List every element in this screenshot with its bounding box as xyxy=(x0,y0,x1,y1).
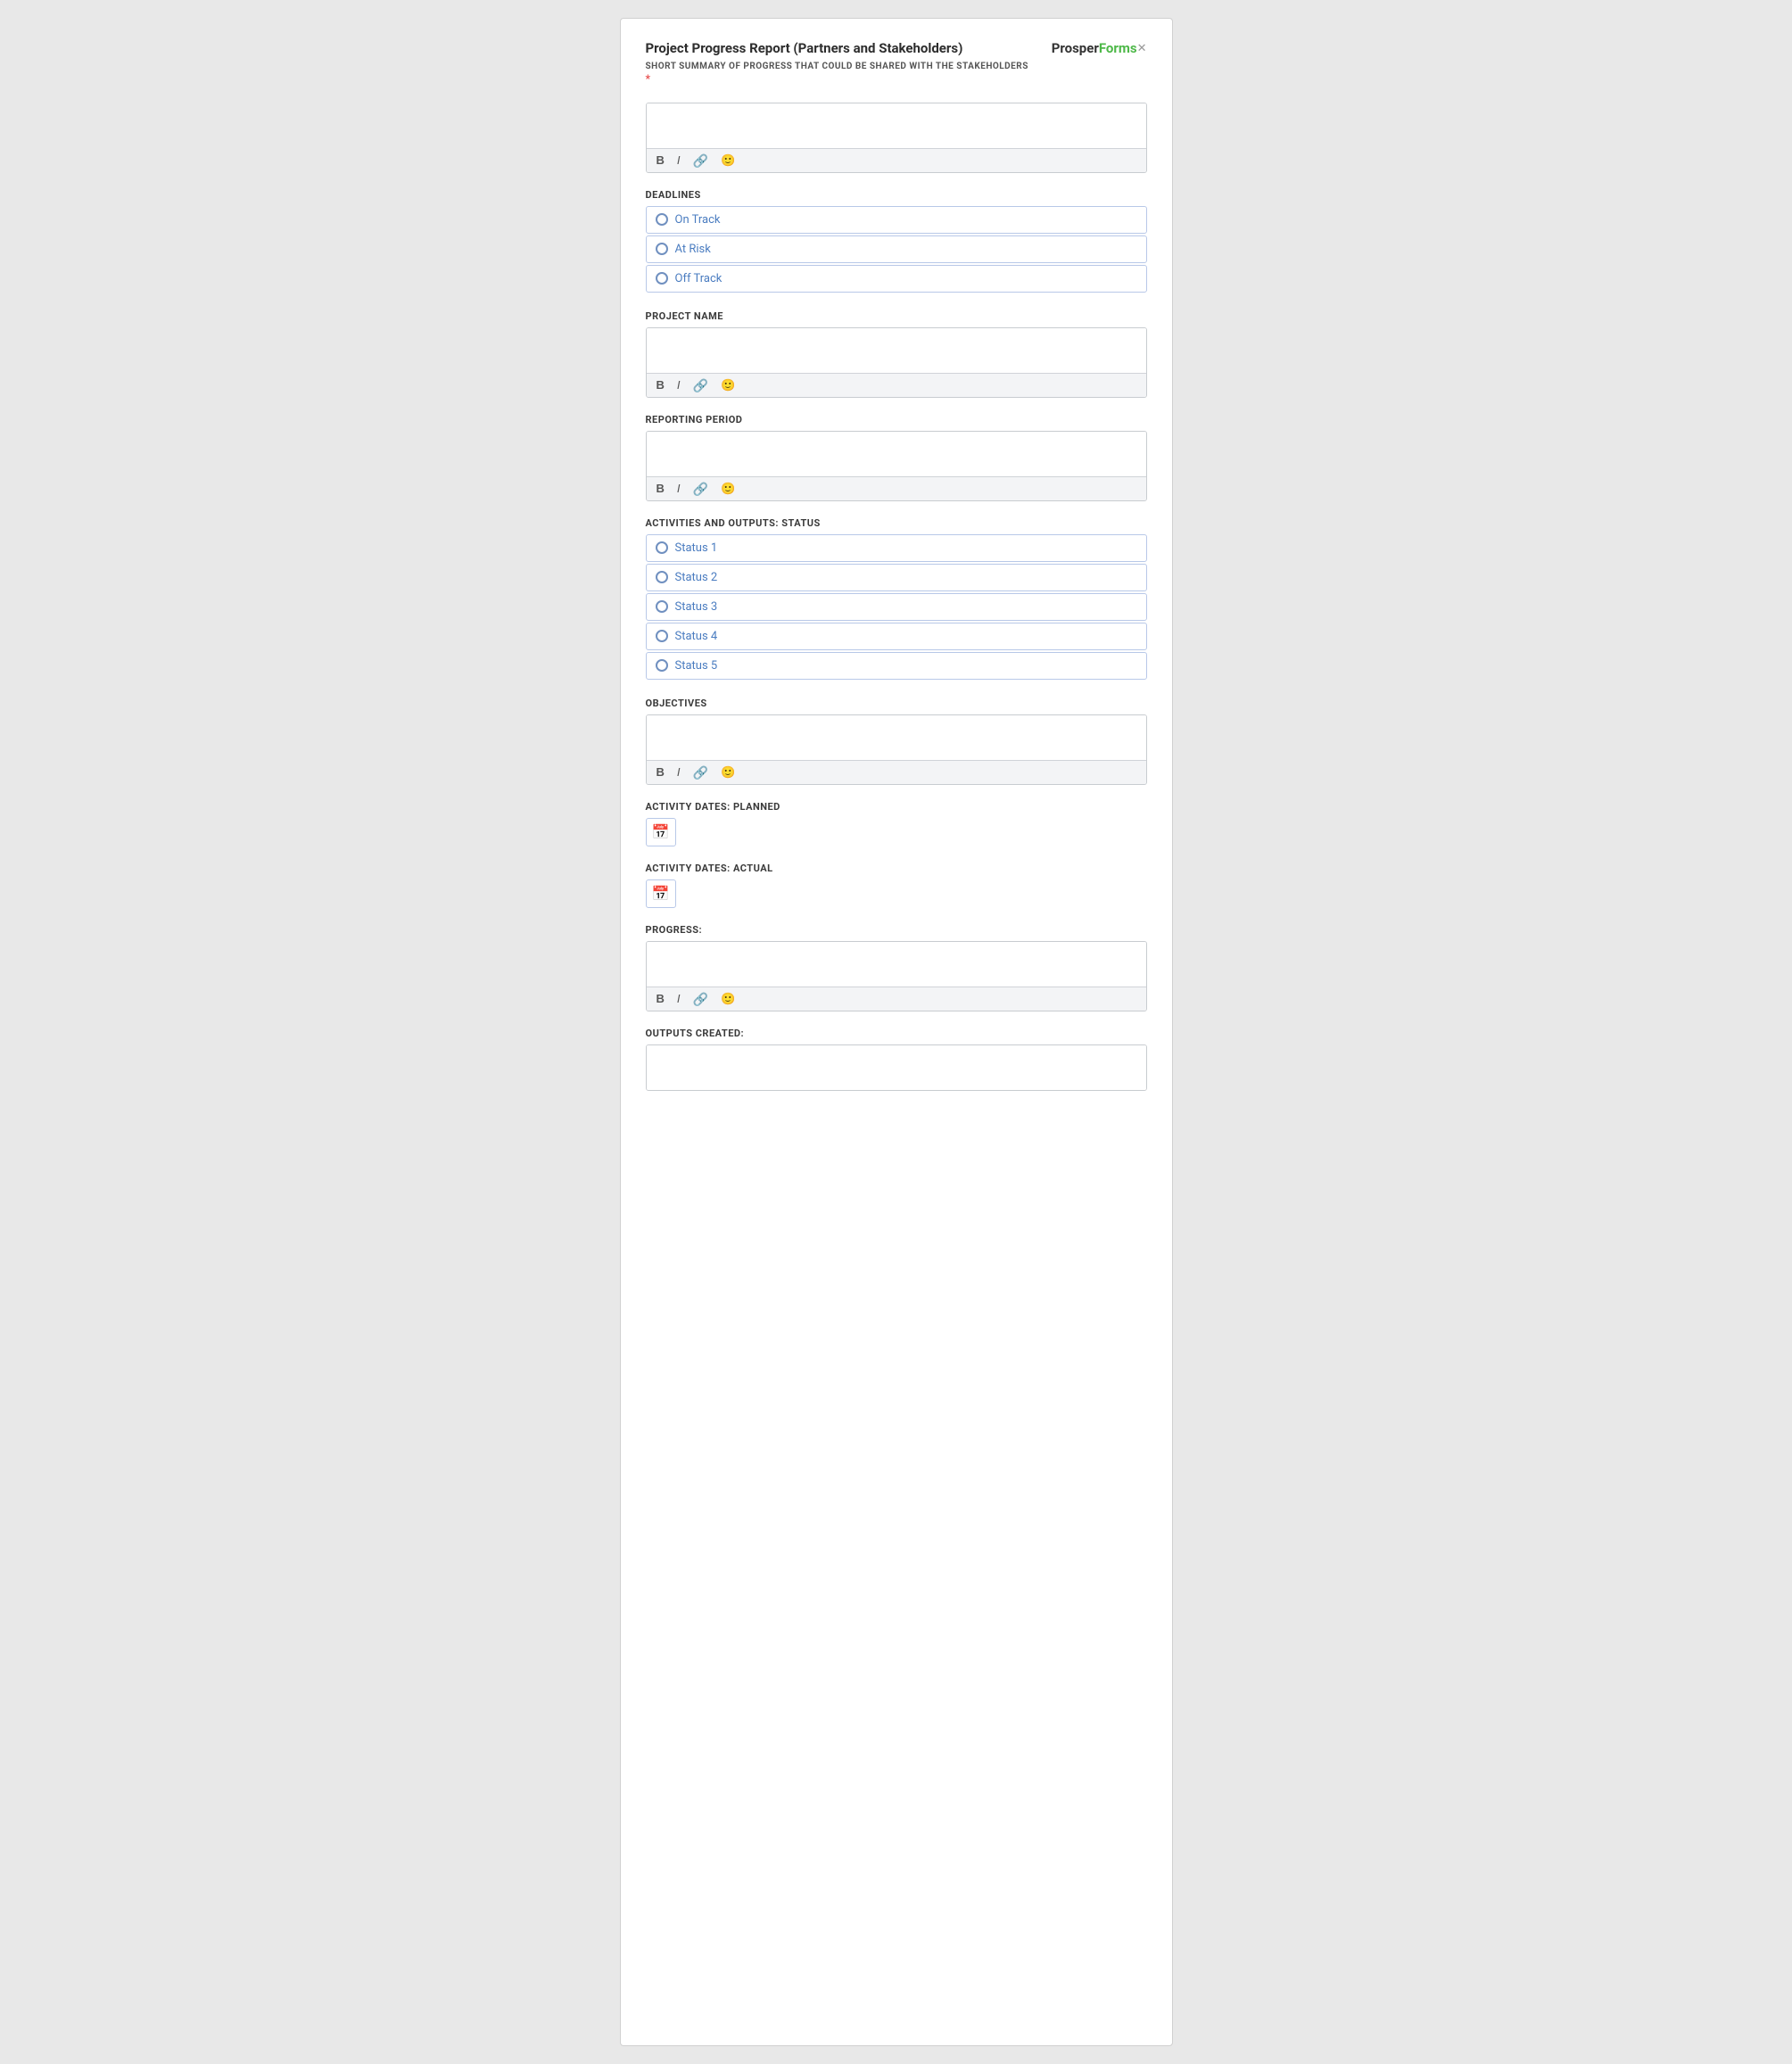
form-title: Project Progress Report (Partners and St… xyxy=(646,40,963,58)
project-name-editor: B I 🔗 🙂 xyxy=(646,327,1147,398)
activity-dates-planned-section: ACTIVITY DATES: PLANNED 📅 xyxy=(646,801,1147,846)
status-2-label: Status 2 xyxy=(675,571,718,584)
progress-textarea[interactable] xyxy=(647,942,1146,987)
objectives-emoji-button[interactable]: 🙂 xyxy=(718,765,738,779)
summary-editor: B I 🔗 🙂 xyxy=(646,103,1147,173)
deadline-at-risk-radio[interactable] xyxy=(656,243,668,255)
status-3-radio[interactable] xyxy=(656,600,668,613)
objectives-label: OBJECTIVES xyxy=(646,698,1147,709)
activity-dates-actual-label: ACTIVITY DATES: ACTUAL xyxy=(646,863,1147,874)
status-3-label: Status 3 xyxy=(675,600,718,614)
form-header: Project Progress Report (Partners and St… xyxy=(646,40,1147,58)
form-subtitle: SHORT SUMMARY OF PROGRESS THAT COULD BE … xyxy=(646,62,1147,71)
deadline-on-track-label: On Track xyxy=(675,213,721,227)
deadlines-radio-group: On Track At Risk Off Track xyxy=(646,206,1147,294)
progress-label: PROGRESS: xyxy=(646,924,1147,936)
progress-section: PROGRESS: B I 🔗 🙂 xyxy=(646,924,1147,1011)
activities-status-label: ACTIVITIES AND OUTPUTS: STATUS xyxy=(646,517,1147,529)
reporting-period-toolbar: B I 🔗 🙂 xyxy=(647,476,1146,500)
project-name-section: PROJECT NAME B I 🔗 🙂 xyxy=(646,310,1147,398)
objectives-bold-button[interactable]: B xyxy=(654,765,667,779)
activities-status-section: ACTIVITIES AND OUTPUTS: STATUS Status 1 … xyxy=(646,517,1147,681)
reporting-period-link-button[interactable]: 🔗 xyxy=(690,482,711,496)
objectives-italic-button[interactable]: I xyxy=(674,765,683,779)
reporting-period-emoji-button[interactable]: 🙂 xyxy=(718,482,738,495)
deadline-at-risk-label: At Risk xyxy=(675,243,711,256)
summary-italic-button[interactable]: I xyxy=(674,153,683,167)
activity-dates-planned-picker[interactable]: 📅 xyxy=(646,818,676,846)
project-name-label: PROJECT NAME xyxy=(646,310,1147,322)
progress-bold-button[interactable]: B xyxy=(654,992,667,1005)
progress-editor: B I 🔗 🙂 xyxy=(646,941,1147,1011)
activity-dates-actual-picker[interactable]: 📅 xyxy=(646,879,676,908)
status-4-option[interactable]: Status 4 xyxy=(646,623,1147,650)
progress-toolbar: B I 🔗 🙂 xyxy=(647,987,1146,1011)
required-asterisk: * xyxy=(646,73,1147,87)
project-name-toolbar: B I 🔗 🙂 xyxy=(647,373,1146,397)
status-5-radio[interactable] xyxy=(656,659,668,672)
summary-bold-button[interactable]: B xyxy=(654,153,667,167)
deadline-on-track[interactable]: On Track xyxy=(646,206,1147,234)
reporting-period-italic-button[interactable]: I xyxy=(674,482,683,495)
outputs-created-section: OUTPUTS CREATED: xyxy=(646,1028,1147,1091)
activities-status-radio-group: Status 1 Status 2 Status 3 Status 4 Stat… xyxy=(646,534,1147,681)
status-5-label: Status 5 xyxy=(675,659,718,673)
reporting-period-bold-button[interactable]: B xyxy=(654,482,667,495)
deadlines-section: DEADLINES On Track At Risk Off Track xyxy=(646,189,1147,294)
calendar-actual-icon: 📅 xyxy=(652,885,670,903)
reporting-period-label: REPORTING PERIOD xyxy=(646,414,1147,425)
deadline-on-track-radio[interactable] xyxy=(656,213,668,226)
objectives-editor: B I 🔗 🙂 xyxy=(646,714,1147,785)
forms-text: Forms xyxy=(1099,40,1137,56)
summary-toolbar: B I 🔗 🙂 xyxy=(647,148,1146,172)
deadline-off-track-label: Off Track xyxy=(675,272,723,285)
outputs-created-textarea[interactable] xyxy=(647,1045,1146,1090)
deadline-at-risk[interactable]: At Risk xyxy=(646,235,1147,263)
outputs-created-label: OUTPUTS CREATED: xyxy=(646,1028,1147,1039)
progress-italic-button[interactable]: I xyxy=(674,992,683,1005)
objectives-link-button[interactable]: 🔗 xyxy=(690,765,711,780)
activity-dates-planned-label: ACTIVITY DATES: PLANNED xyxy=(646,801,1147,813)
status-2-option[interactable]: Status 2 xyxy=(646,564,1147,591)
status-1-radio[interactable] xyxy=(656,541,668,554)
status-4-label: Status 4 xyxy=(675,630,718,643)
outputs-created-editor xyxy=(646,1044,1147,1091)
objectives-toolbar: B I 🔗 🙂 xyxy=(647,760,1146,784)
status-4-radio[interactable] xyxy=(656,630,668,642)
prosper-text: Prosper xyxy=(1052,40,1099,56)
status-2-radio[interactable] xyxy=(656,571,668,583)
deadline-off-track[interactable]: Off Track xyxy=(646,265,1147,293)
summary-link-button[interactable]: 🔗 xyxy=(690,153,711,168)
project-name-italic-button[interactable]: I xyxy=(674,378,683,392)
progress-emoji-button[interactable]: 🙂 xyxy=(718,992,738,1005)
reporting-period-section: REPORTING PERIOD B I 🔗 🙂 xyxy=(646,414,1147,501)
project-name-bold-button[interactable]: B xyxy=(654,378,667,392)
objectives-section: OBJECTIVES B I 🔗 🙂 xyxy=(646,698,1147,785)
prosper-forms-logo: Prosper Forms ✕ xyxy=(1052,40,1147,56)
status-3-option[interactable]: Status 3 xyxy=(646,593,1147,621)
status-1-option[interactable]: Status 1 xyxy=(646,534,1147,562)
objectives-textarea[interactable] xyxy=(647,715,1146,760)
activity-dates-actual-section: ACTIVITY DATES: ACTUAL 📅 xyxy=(646,863,1147,908)
progress-link-button[interactable]: 🔗 xyxy=(690,992,711,1006)
deadline-off-track-radio[interactable] xyxy=(656,272,668,285)
project-name-emoji-button[interactable]: 🙂 xyxy=(718,378,738,392)
project-name-textarea[interactable] xyxy=(647,328,1146,373)
summary-textarea[interactable] xyxy=(647,103,1146,148)
reporting-period-editor: B I 🔗 🙂 xyxy=(646,431,1147,501)
close-icon[interactable]: ✕ xyxy=(1137,42,1147,55)
summary-section: B I 🔗 🙂 xyxy=(646,103,1147,173)
deadlines-label: DEADLINES xyxy=(646,189,1147,201)
project-name-link-button[interactable]: 🔗 xyxy=(690,378,711,392)
reporting-period-textarea[interactable] xyxy=(647,432,1146,476)
calendar-planned-icon: 📅 xyxy=(652,823,670,841)
status-1-label: Status 1 xyxy=(675,541,718,555)
summary-emoji-button[interactable]: 🙂 xyxy=(718,153,738,167)
form-container: Project Progress Report (Partners and St… xyxy=(620,18,1173,2046)
status-5-option[interactable]: Status 5 xyxy=(646,652,1147,680)
